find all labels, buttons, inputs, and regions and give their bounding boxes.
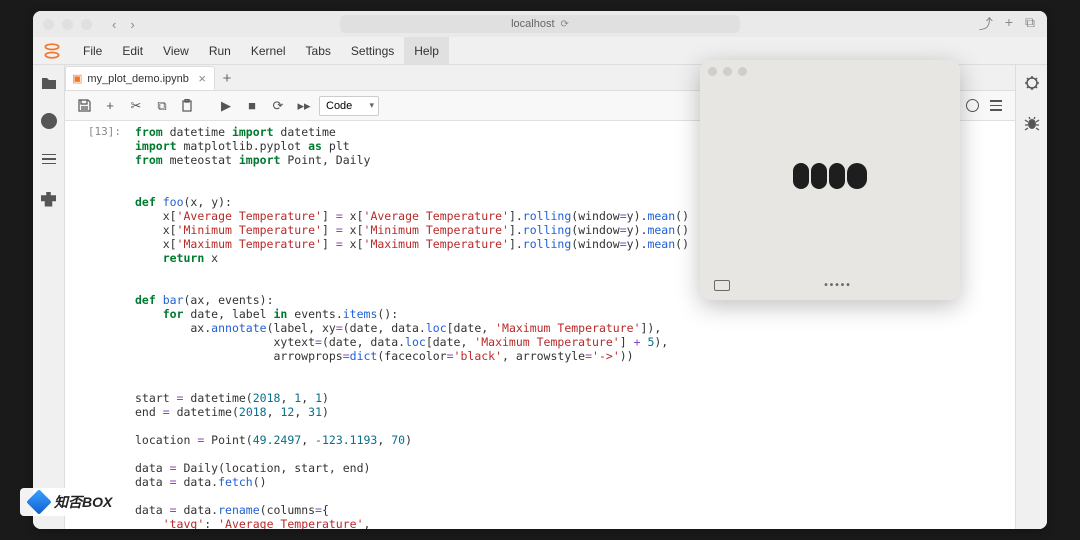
cell-type-value: Code — [326, 100, 352, 112]
left-sidebar — [33, 65, 65, 529]
address-text: localhost — [511, 18, 554, 30]
tab-close-icon[interactable]: × — [198, 71, 206, 86]
menu-edit[interactable]: Edit — [112, 37, 153, 64]
voice-indicator-icon — [793, 163, 867, 189]
menu-view[interactable]: View — [153, 37, 199, 64]
property-inspector-icon[interactable] — [1022, 73, 1042, 93]
overlay-window[interactable]: ••••• — [700, 60, 960, 300]
overlay-footer: ••••• — [700, 270, 960, 300]
right-sidebar — [1015, 65, 1047, 529]
forward-button[interactable]: › — [130, 17, 134, 32]
menu-file[interactable]: File — [73, 37, 112, 64]
save-button[interactable] — [73, 95, 95, 117]
overlay-minimize-button[interactable] — [723, 67, 732, 76]
watermark-cube-icon — [26, 489, 51, 514]
running-sessions-icon[interactable] — [41, 113, 57, 129]
notebook-icon: ▣ — [72, 72, 82, 85]
watermark-text: 知否BOX — [54, 492, 112, 512]
file-browser-icon[interactable] — [39, 73, 59, 93]
minimize-window-button[interactable] — [62, 19, 73, 30]
browser-titlebar: ‹ › localhost ⟳ ⤴ + ⧉ — [33, 11, 1047, 37]
menu-settings[interactable]: Settings — [341, 37, 404, 64]
insert-cell-button[interactable]: + — [99, 95, 121, 117]
close-window-button[interactable] — [43, 19, 54, 30]
overlay-maximize-button[interactable] — [738, 67, 747, 76]
tab-label: my_plot_demo.ipynb — [87, 73, 189, 85]
maximize-window-button[interactable] — [81, 19, 92, 30]
run-button[interactable]: ▶ — [215, 95, 237, 117]
window-controls — [43, 19, 92, 30]
cell-prompt: [13]: — [65, 123, 129, 529]
jupyter-logo[interactable] — [39, 38, 65, 64]
menu-help[interactable]: Help — [404, 37, 449, 64]
overlay-footer-dots: ••••• — [824, 280, 852, 291]
reload-icon[interactable]: ⟳ — [561, 19, 569, 30]
menu-tabs[interactable]: Tabs — [296, 37, 341, 64]
tab-add-button[interactable]: + — [215, 66, 239, 90]
restart-button[interactable]: ⟳ — [267, 95, 289, 117]
nav-arrows: ‹ › — [112, 17, 135, 32]
tabs-icon[interactable]: ⧉ — [1025, 14, 1035, 34]
back-button[interactable]: ‹ — [112, 17, 116, 32]
share-icon[interactable]: ⤴ — [979, 14, 993, 34]
toc-icon[interactable] — [39, 149, 59, 169]
overlay-close-button[interactable] — [708, 67, 717, 76]
cut-button[interactable]: ✂ — [125, 95, 147, 117]
screen-share-icon[interactable] — [714, 280, 730, 291]
debugger-icon[interactable] — [1022, 113, 1042, 133]
overlay-body — [700, 82, 960, 270]
overlay-titlebar — [700, 60, 960, 82]
menu-kernel[interactable]: Kernel — [241, 37, 296, 64]
kernel-status-icon[interactable] — [966, 99, 979, 112]
restart-run-all-button[interactable]: ▸▸ — [293, 95, 315, 117]
watermark: 知否BOX — [20, 488, 122, 516]
extensions-icon[interactable] — [39, 189, 59, 209]
paste-button[interactable] — [177, 95, 199, 117]
menu-run[interactable]: Run — [199, 37, 241, 64]
interrupt-button[interactable]: ■ — [241, 95, 263, 117]
address-bar[interactable]: localhost ⟳ — [340, 15, 740, 33]
toolbar-menu-icon[interactable] — [985, 95, 1007, 117]
cell-type-select[interactable]: Code — [319, 96, 379, 116]
browser-right-icons: ⤴ + ⧉ — [979, 14, 1035, 34]
new-tab-icon[interactable]: + — [1005, 14, 1013, 34]
notebook-tab[interactable]: ▣ my_plot_demo.ipynb × — [65, 66, 215, 90]
copy-button[interactable]: ⧉ — [151, 95, 173, 117]
